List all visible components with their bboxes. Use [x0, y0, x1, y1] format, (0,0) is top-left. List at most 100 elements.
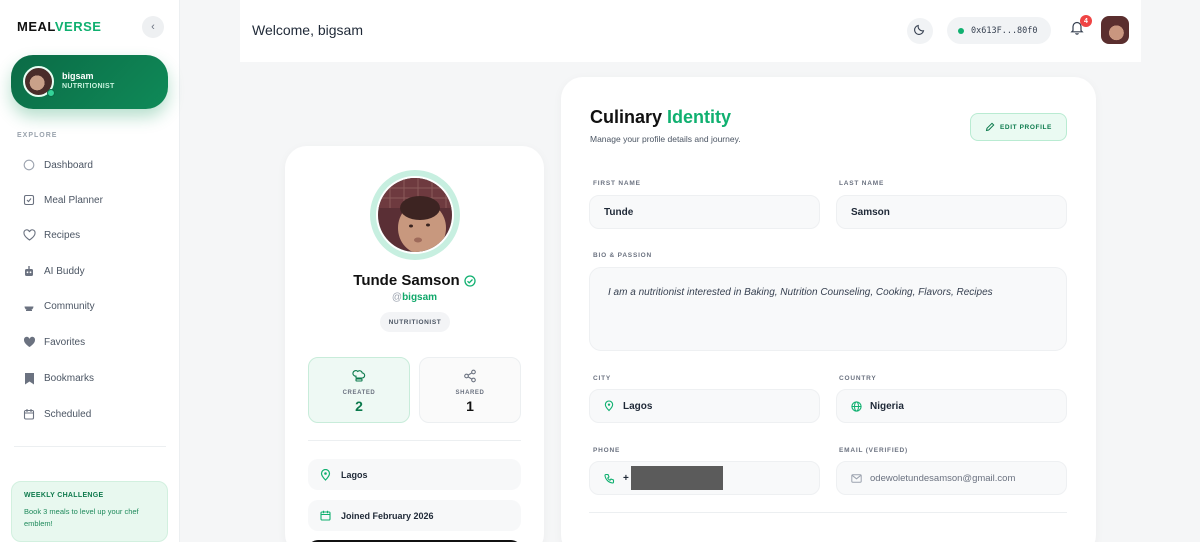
profile-handle: @bigsam [285, 292, 544, 303]
email-value: odewoletundesamson@gmail.com [870, 472, 1016, 484]
calendar-icon [320, 510, 332, 522]
email-label: EMAIL (VERIFIED) [839, 447, 909, 454]
sidebar-item-label: Bookmarks [44, 372, 95, 384]
sidebar-item-dashboard[interactable]: Dashboard [22, 155, 93, 175]
sidebar-user-card[interactable]: bigsam NUTRITIONIST [11, 55, 168, 109]
mail-icon [851, 472, 863, 484]
sidebar-item-recipes[interactable]: Recipes [22, 225, 80, 245]
edit-profile-label: EDIT PROFILE [1000, 123, 1052, 131]
sidebar-item-label: Recipes [44, 229, 81, 241]
phone-icon [604, 472, 616, 484]
sidebar-item-label: AI Buddy [44, 265, 85, 277]
identity-divider [589, 512, 1067, 513]
stat-value: 2 [355, 398, 363, 414]
sidebar: MEALVERSE ‹ bigsam NUTRITIONIST EXPLORE … [0, 0, 180, 542]
app-logo[interactable]: MEALVERSE [17, 19, 101, 34]
role-badge: NUTRITIONIST [380, 312, 450, 332]
stat-value: 1 [466, 398, 474, 414]
sidebar-item-bookmarks[interactable]: Bookmarks [22, 368, 94, 388]
phone-label: PHONE [593, 447, 621, 454]
identity-title-accent: Identity [667, 107, 732, 127]
challenge-text: Book 3 meals to level up your chef emble… [24, 507, 139, 528]
stat-shared[interactable]: SHARED 1 [419, 357, 521, 423]
bio-value: I am a nutritionist interested in Baking… [608, 287, 993, 298]
online-status-dot [47, 89, 55, 97]
sidebar-item-favorites[interactable]: Favorites [22, 332, 85, 352]
logo-text-left: MEAL [17, 19, 55, 34]
moon-icon [914, 22, 926, 40]
card-divider [308, 440, 521, 441]
profile-location: Lagos [341, 469, 368, 480]
sidebar-item-ai-buddy[interactable]: AI Buddy [22, 261, 85, 281]
share-icon [420, 369, 520, 385]
chef-hat-icon [309, 369, 409, 385]
sidebar-item-scheduled[interactable]: Scheduled [22, 404, 91, 424]
location-pin-icon [320, 468, 332, 481]
heart-outline-icon [22, 228, 36, 242]
welcome-text: Welcome, bigsam [252, 22, 364, 38]
dashboard-icon [22, 158, 36, 172]
notification-badge: 4 [1080, 15, 1092, 27]
sidebar-item-label: Meal Planner [44, 194, 103, 206]
pencil-icon [985, 122, 995, 132]
bookmark-icon [22, 371, 36, 385]
country-label: COUNTRY [839, 375, 877, 382]
bio-field[interactable]: I am a nutritionist interested in Baking… [589, 267, 1067, 351]
wallet-address: 0x613F...80f0 [971, 25, 1038, 36]
city-value: Lagos [623, 400, 653, 412]
last-name-field[interactable]: Samson [836, 195, 1067, 229]
first-name-value: Tunde [604, 206, 634, 218]
stat-label: SHARED [455, 390, 485, 396]
globe-icon [851, 400, 863, 412]
country-value: Nigeria [870, 400, 904, 412]
city-label: CITY [593, 375, 612, 382]
community-icon [22, 299, 36, 313]
challenge-title: WEEKLY CHALLENGE [24, 492, 104, 499]
ai-buddy-icon [22, 264, 36, 278]
sidebar-user-name: bigsam [62, 71, 94, 81]
handle-at-sign: @ [391, 292, 403, 303]
edit-profile-button[interactable]: EDIT PROFILE [970, 113, 1067, 141]
handle-text: bigsam [402, 292, 438, 303]
phone-value: + [623, 472, 629, 484]
redacted-phone-block [630, 466, 723, 490]
profile-full-name: Tunde Samson [285, 272, 544, 289]
sidebar-item-community[interactable]: Community [22, 296, 95, 316]
identity-title: Culinary Identity [590, 107, 731, 128]
wallet-address-button[interactable]: 0x613F...80f0 [947, 17, 1051, 44]
sidebar-divider [14, 446, 166, 447]
chevron-left-icon: ‹ [151, 21, 155, 33]
nav-section-label: EXPLORE [17, 132, 58, 139]
last-name-label: LAST NAME [839, 180, 885, 187]
top-header: Welcome, bigsam 0x613F...80f0 4 [240, 0, 1141, 62]
meal-planner-icon [22, 193, 36, 207]
collapse-sidebar-button[interactable]: ‹ [142, 16, 164, 38]
identity-title-main: Culinary [590, 107, 668, 127]
profile-avatar-ring [370, 170, 460, 260]
city-field[interactable]: Lagos [589, 389, 820, 423]
profile-name-text: Tunde Samson [353, 272, 460, 289]
sidebar-item-label: Dashboard [44, 159, 93, 171]
profile-location-row: Lagos [308, 459, 521, 490]
last-name-value: Samson [851, 206, 890, 218]
stat-created[interactable]: CREATED 2 [308, 357, 410, 423]
profile-joined-date: Joined February 2026 [341, 510, 434, 521]
stat-label: CREATED [342, 390, 376, 396]
profile-avatar[interactable] [376, 176, 454, 254]
profile-summary-card: Tunde Samson @bigsam NUTRITIONIST CREATE… [285, 146, 544, 542]
sidebar-item-meal-planner[interactable]: Meal Planner [22, 190, 103, 210]
theme-toggle-button[interactable] [907, 18, 933, 44]
wallet-status-dot [958, 27, 964, 34]
verified-badge-icon [464, 275, 476, 287]
email-field[interactable]: odewoletundesamson@gmail.com [836, 461, 1067, 495]
profile-joined-row: Joined February 2026 [308, 500, 521, 531]
phone-field[interactable]: + [589, 461, 820, 495]
first-name-label: FIRST NAME [593, 180, 641, 187]
country-field[interactable]: Nigeria [836, 389, 1067, 423]
heart-filled-icon [22, 335, 36, 349]
first-name-field[interactable]: Tunde [589, 195, 820, 229]
weekly-challenge-card[interactable]: WEEKLY CHALLENGE Book 3 meals to level u… [11, 481, 168, 542]
location-pin-icon [604, 400, 616, 412]
header-avatar[interactable] [1101, 16, 1129, 44]
identity-subtitle: Manage your profile details and journey. [590, 134, 741, 144]
